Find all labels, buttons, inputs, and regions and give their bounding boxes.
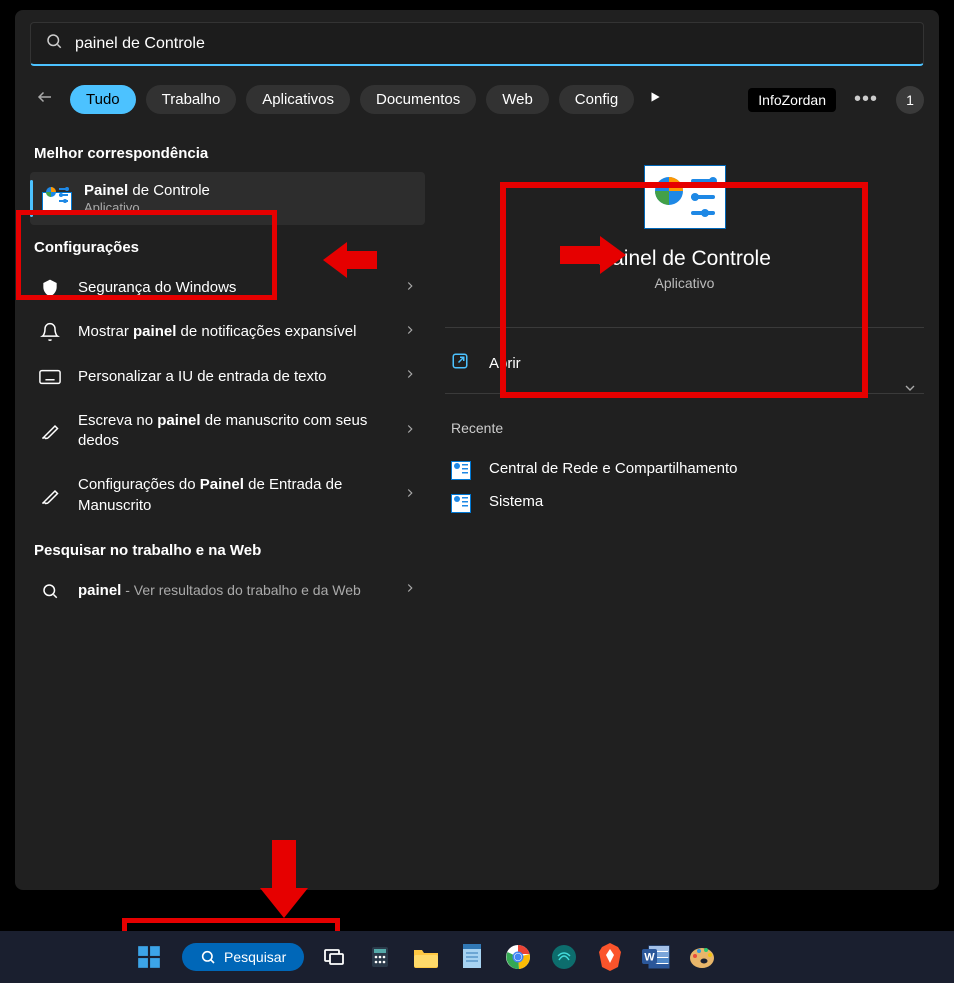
detail-title: Painel de Controle	[445, 247, 924, 271]
brand-label: InfoZordan	[748, 88, 836, 112]
annotation-arrow-left-icon	[323, 238, 377, 287]
pen-icon	[38, 486, 62, 506]
chevron-right-icon	[403, 279, 417, 298]
expand-actions-icon[interactable]	[902, 376, 924, 401]
more-options-icon[interactable]: •••	[846, 88, 886, 111]
taskbar: Pesquisar W	[0, 931, 954, 983]
chevron-right-icon	[403, 367, 417, 386]
chevron-right-icon	[403, 323, 417, 342]
back-arrow-icon[interactable]	[30, 82, 60, 117]
chevron-right-icon	[403, 581, 417, 600]
settings-item-handwriting-settings[interactable]: Configurações do Painel de Entrada de Ma…	[30, 463, 425, 528]
tab-config[interactable]: Config	[559, 85, 634, 114]
search-bar-wrapper	[15, 10, 939, 76]
notepad-app-icon[interactable]	[456, 941, 488, 973]
tab-web[interactable]: Web	[486, 85, 549, 114]
recent-item-network[interactable]: Central de Rede e Compartilhamento	[445, 452, 924, 485]
search-icon	[38, 582, 62, 600]
user-avatar-badge[interactable]: 1	[896, 86, 924, 114]
bell-icon	[38, 322, 62, 342]
tabs-scroll-right-icon[interactable]	[644, 90, 666, 109]
chevron-right-icon	[403, 422, 417, 441]
settings-item-text-input-ui[interactable]: Personalizar a IU de entrada de texto	[30, 355, 425, 399]
search-icon	[45, 32, 63, 55]
control-panel-mini-icon	[451, 494, 471, 510]
calculator-app-icon[interactable]	[364, 941, 396, 973]
control-panel-mini-icon	[451, 461, 471, 477]
chrome-app-icon[interactable]	[502, 941, 534, 973]
keyboard-icon	[38, 369, 62, 385]
detail-subtitle: Aplicativo	[445, 275, 924, 291]
section-best-match: Melhor correspondência	[34, 145, 425, 162]
open-action[interactable]: Abrir	[445, 344, 924, 383]
settings-item-notification-panel[interactable]: Mostrar painel de notificações expansíve…	[30, 310, 425, 354]
settings-item-handwriting-panel[interactable]: Escreva no painel de manuscrito com seus…	[30, 399, 425, 464]
open-icon	[451, 352, 469, 375]
web-search-result[interactable]: painel - Ver resultados do trabalho e da…	[30, 569, 425, 613]
taskbar-search-button[interactable]: Pesquisar	[182, 943, 304, 971]
recent-item-system[interactable]: Sistema	[445, 485, 924, 518]
filter-tabs-row: Tudo Trabalho Aplicativos Documentos Web…	[15, 76, 939, 131]
detail-pane: Painel de Controle Aplicativo Abrir Rece…	[445, 131, 924, 890]
best-match-result[interactable]: Painel de Controle Aplicativo	[30, 172, 425, 225]
search-bar[interactable]	[30, 22, 924, 66]
pen-icon	[38, 421, 62, 441]
chevron-right-icon	[403, 486, 417, 505]
windows-search-panel: Tudo Trabalho Aplicativos Documentos Web…	[15, 10, 939, 890]
paint-app-icon[interactable]	[686, 941, 718, 973]
annotation-arrow-right-icon	[560, 232, 626, 283]
brave-app-icon[interactable]	[594, 941, 626, 973]
app-icon-teal[interactable]	[548, 941, 580, 973]
word-app-icon[interactable]: W	[640, 941, 672, 973]
svg-text:W: W	[645, 952, 656, 964]
control-panel-icon	[42, 184, 72, 214]
tab-trabalho[interactable]: Trabalho	[146, 85, 237, 114]
start-button[interactable]	[130, 938, 168, 976]
tab-aplicativos[interactable]: Aplicativos	[246, 85, 350, 114]
control-panel-large-icon	[644, 165, 726, 229]
tab-tudo[interactable]: Tudo	[70, 85, 136, 114]
annotation-arrow-down-icon	[256, 840, 312, 923]
shield-icon	[38, 278, 62, 298]
section-search-work-web: Pesquisar no trabalho e na Web	[34, 542, 425, 559]
file-explorer-icon[interactable]	[410, 941, 442, 973]
recent-label: Recente	[451, 420, 924, 436]
tab-documentos[interactable]: Documentos	[360, 85, 476, 114]
search-input[interactable]	[75, 35, 909, 53]
task-view-icon[interactable]	[318, 941, 350, 973]
